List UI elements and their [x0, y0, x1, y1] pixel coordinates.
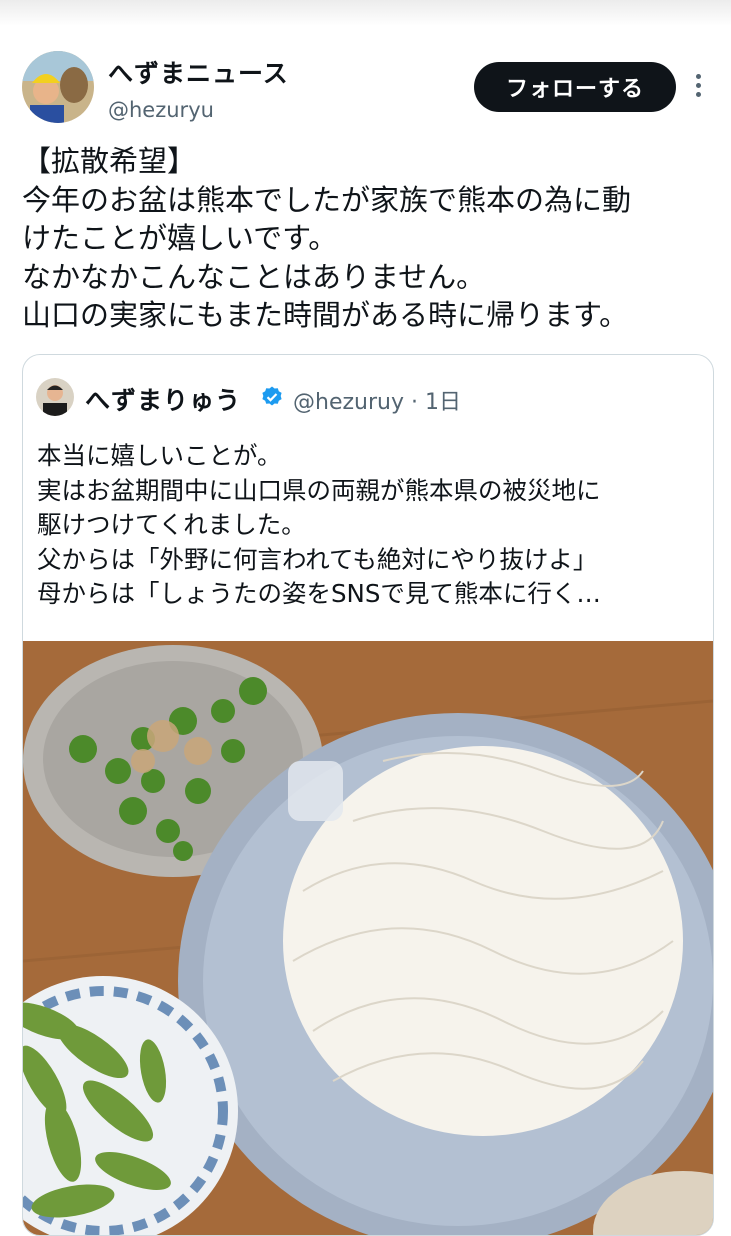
food-photo[interactable] — [23, 641, 713, 1235]
author-name[interactable]: へずまニュース — [108, 54, 289, 90]
quoted-line: 母からは「しょうたの姿をSNSで見て熊本に行く… — [37, 579, 601, 608]
quoted-line: 駆けつけてくれました。 — [37, 510, 306, 539]
follow-button[interactable]: フォローする — [474, 62, 676, 112]
quoted-tweet[interactable]: へずまりゅう @hezuruy · 1日 本当に嬉しいことが。 実はお盆期間中に… — [22, 354, 714, 1236]
quoted-text: 本当に嬉しいことが。 実はお盆期間中に山口県の両親が熊本県の被災地に 駆けつけて… — [37, 439, 707, 612]
tweet-text: 【拡散希望】 今年のお盆は熊本でしたが家族で熊本の為に動 けたことが嬉しいです。… — [22, 142, 717, 335]
tweet-line: なかなかこんなことはありません。 — [22, 259, 486, 294]
quoted-author-name[interactable]: へずまりゅう — [85, 381, 241, 417]
more-options-icon[interactable] — [690, 74, 706, 102]
top-edge — [0, 0, 731, 26]
tweet-line: 今年のお盆は熊本でしたが家族で熊本の為に動 — [22, 182, 632, 217]
quoted-avatar[interactable] — [36, 378, 74, 416]
tweet-line: 【拡散希望】 — [22, 144, 197, 178]
quoted-line: 父からは「外野に何言われても絶対にやり抜けよ」 — [37, 544, 598, 574]
author-handle[interactable]: @hezuryu — [108, 98, 214, 122]
quoted-line: 実はお盆期間中に山口県の両親が熊本県の被災地に — [37, 475, 601, 505]
tweet-line: けたことが嬉しいです。 — [22, 221, 338, 255]
verified-badge-icon — [262, 386, 282, 406]
quoted-handle-time: @hezuruy · 1日 — [293, 390, 461, 415]
author-avatar[interactable] — [22, 51, 94, 123]
quoted-line: 本当に嬉しいことが。 — [37, 441, 282, 470]
tweet-line: 山口の実家にもまた時間がある時に帰ります。 — [22, 298, 629, 332]
